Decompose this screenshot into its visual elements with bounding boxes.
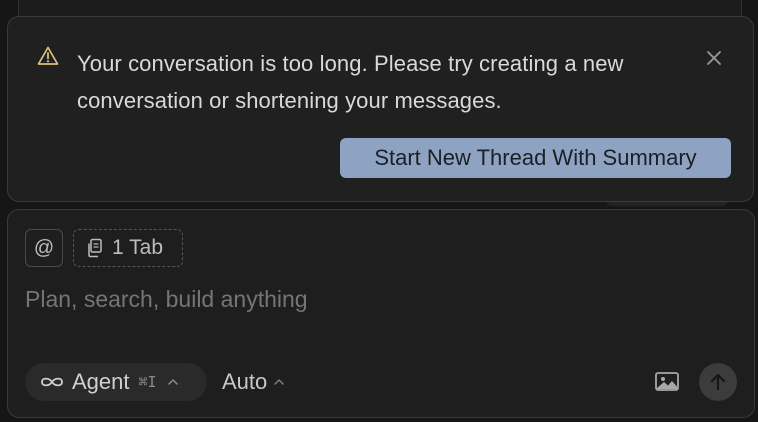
context-tab-label: 1 Tab xyxy=(112,236,163,259)
chat-composer: @ 1 Tab Agent ⌘I Auto xyxy=(7,209,755,418)
close-icon[interactable] xyxy=(701,45,727,71)
infinity-icon xyxy=(41,377,63,387)
start-new-thread-button[interactable]: Start New Thread With Summary xyxy=(340,138,731,178)
arrow-up-icon xyxy=(710,373,726,391)
mention-button[interactable]: @ xyxy=(25,229,63,267)
send-button[interactable] xyxy=(699,363,737,401)
agent-mode-label: Agent xyxy=(72,369,130,394)
alert-message: Your conversation is too long. Please tr… xyxy=(77,51,624,113)
image-icon[interactable] xyxy=(653,369,681,395)
agent-mode-selector[interactable]: Agent ⌘I xyxy=(25,363,207,401)
model-selector[interactable]: Auto xyxy=(222,363,285,401)
conversation-too-long-alert: Your conversation is too long. Please tr… xyxy=(7,16,754,202)
chevron-up-icon xyxy=(274,378,285,386)
prompt-input[interactable] xyxy=(25,282,715,316)
agent-shortcut: ⌘I xyxy=(138,373,157,391)
warning-triangle-icon xyxy=(37,45,59,67)
model-label: Auto xyxy=(222,369,268,394)
copy-files-icon xyxy=(88,238,102,258)
chevron-up-icon xyxy=(167,378,178,386)
context-tab-chip[interactable]: 1 Tab xyxy=(73,229,183,267)
chat-panel: Your conversation is too long. Please tr… xyxy=(0,0,758,422)
at-icon: @ xyxy=(33,236,55,259)
